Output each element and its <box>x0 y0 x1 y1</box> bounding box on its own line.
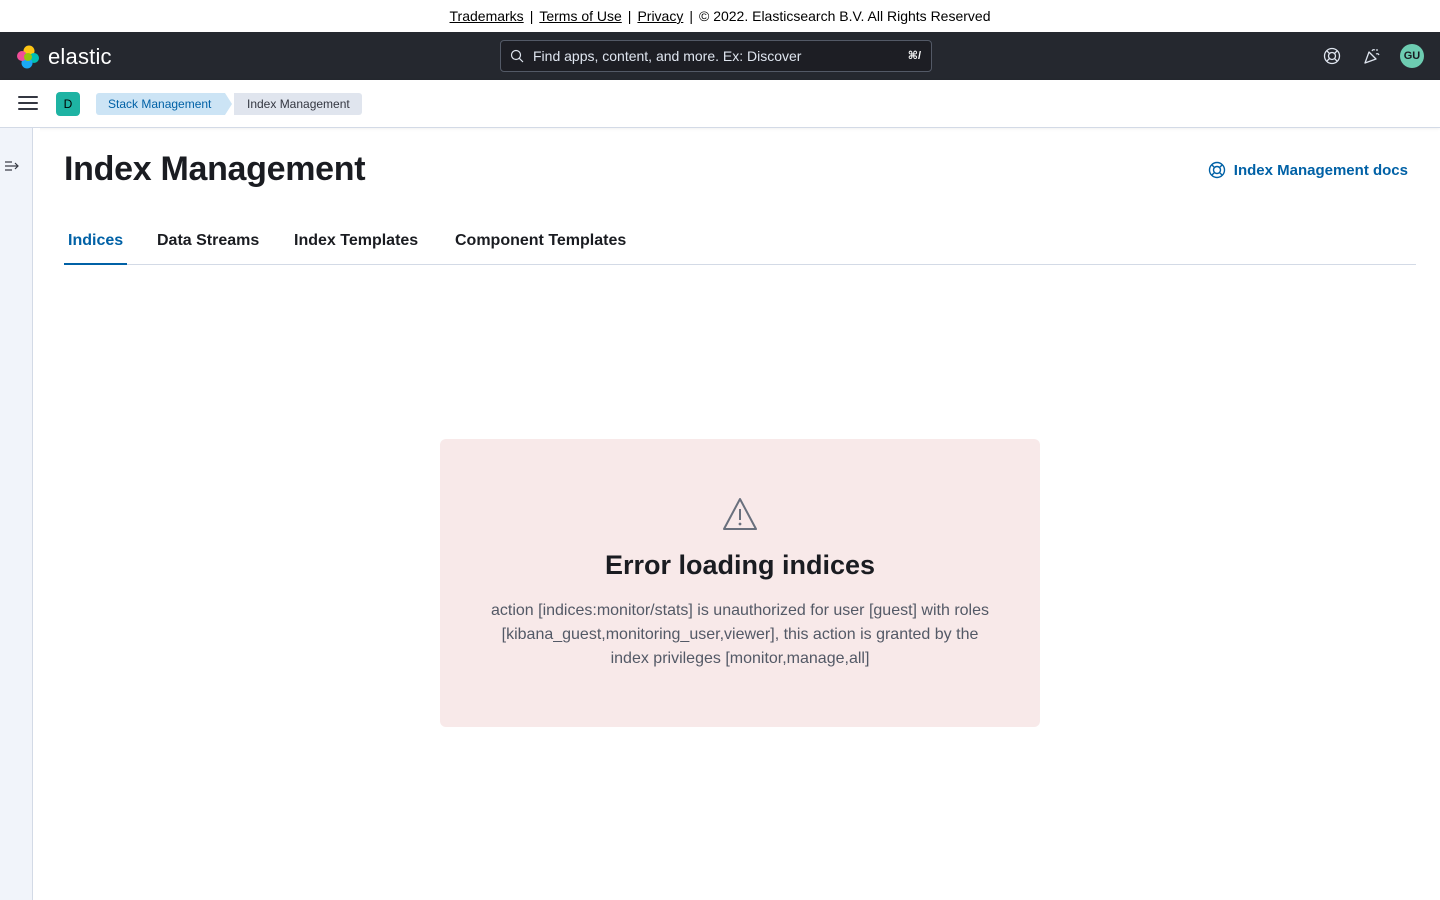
search-icon <box>510 49 524 63</box>
copyright-text: © 2022. Elasticsearch B.V. All Rights Re… <box>698 8 991 24</box>
warning-icon <box>723 498 757 530</box>
tab-component-templates[interactable]: Component Templates <box>451 218 630 264</box>
separator: | <box>689 8 693 24</box>
user-avatar[interactable]: GU <box>1400 44 1424 68</box>
tab-data-streams[interactable]: Data Streams <box>153 218 263 264</box>
separator: | <box>627 8 632 24</box>
top-header: elastic ⌘/ GU <box>0 32 1440 80</box>
global-search[interactable]: ⌘/ <box>500 40 932 72</box>
search-shortcut-hint: ⌘/ <box>907 50 921 62</box>
newsfeed-icon[interactable] <box>1360 44 1384 68</box>
space-avatar[interactable]: D <box>56 92 80 116</box>
tab-index-templates[interactable]: Index Templates <box>290 218 422 264</box>
page-title: Index Management <box>64 150 366 188</box>
separator: | <box>529 8 534 24</box>
error-panel: Error loading indices action [indices:mo… <box>440 439 1040 727</box>
brand-name: elastic <box>48 44 112 69</box>
side-nav-edge <box>32 128 40 900</box>
help-icon <box>1208 161 1225 179</box>
docs-link[interactable]: Index Management docs <box>1208 161 1408 179</box>
menu-icon[interactable] <box>18 96 38 112</box>
elastic-logo-icon <box>17 45 39 69</box>
error-message: action [indices:monitor/stats] is unauth… <box>490 602 989 667</box>
search-input[interactable] <box>533 41 893 71</box>
help-icon[interactable] <box>1320 44 1344 68</box>
terms-of-use-link[interactable]: Terms of Use <box>539 8 621 24</box>
breadcrumb-stack-management[interactable]: Stack Management <box>96 93 233 115</box>
tab-indices[interactable]: Indices <box>64 218 128 265</box>
side-nav-collapsed <box>0 128 40 900</box>
trademarks-link[interactable]: Trademarks <box>450 8 524 24</box>
breadcrumb-index-management: Index Management <box>234 93 362 115</box>
error-title: Error loading indices <box>604 550 876 580</box>
elastic-logo[interactable]: elastic <box>16 44 112 70</box>
docs-link-label: Index Management docs <box>1233 161 1408 179</box>
privacy-link[interactable]: Privacy <box>637 8 683 24</box>
legal-bar: Trademarks | Terms of Use | Privacy | © … <box>0 0 1440 32</box>
expand-nav-icon[interactable] <box>4 159 22 173</box>
breadcrumb-bar: D Stack Management Index Management <box>0 80 1440 128</box>
tab-bar: Indices Data Streams Index Templates Com… <box>64 218 1416 265</box>
